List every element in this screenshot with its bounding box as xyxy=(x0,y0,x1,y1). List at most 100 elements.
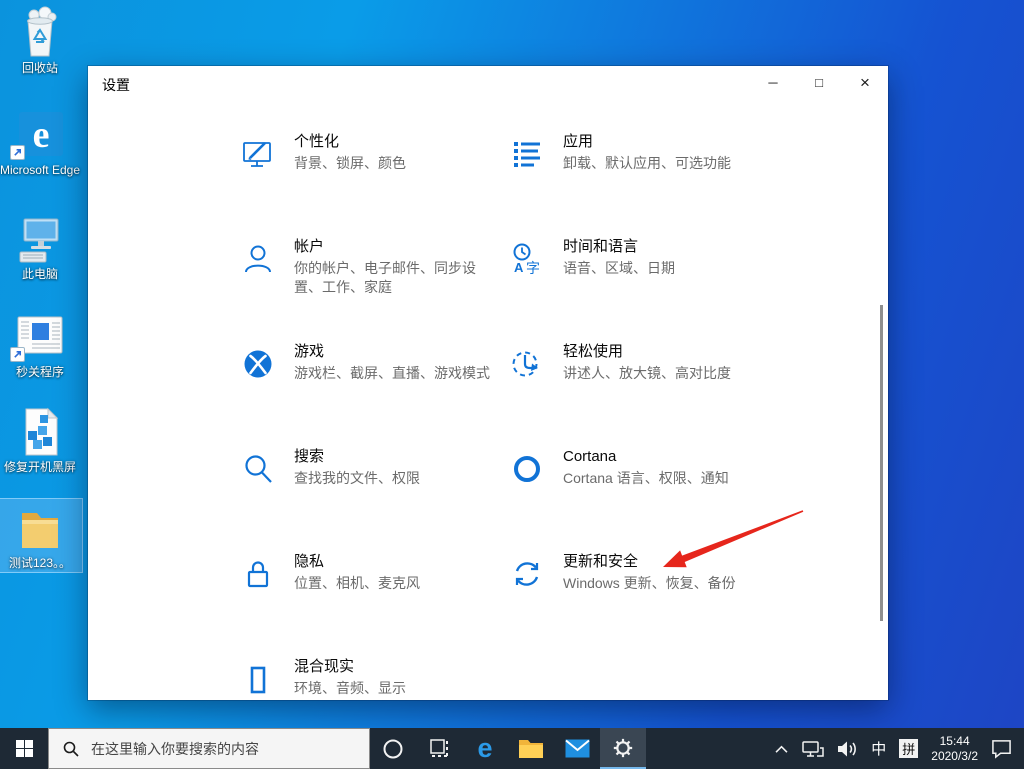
search-icon xyxy=(63,741,79,757)
personalization-icon xyxy=(236,132,280,176)
update-security-icon xyxy=(505,552,549,596)
desktop-icon-label: 修复开机黑屏 xyxy=(3,460,76,474)
network-icon[interactable] xyxy=(802,740,825,758)
gaming-icon xyxy=(236,342,280,386)
taskbar: e xyxy=(0,728,1024,769)
desktop-icon-registry-fix[interactable]: 修复开机黑屏 xyxy=(0,405,82,474)
category-subtitle: 语音、区域、日期 xyxy=(563,260,675,276)
edge-taskbar-button[interactable]: e xyxy=(462,728,508,769)
volume-icon[interactable] xyxy=(837,740,858,758)
category-title: 帐户 xyxy=(294,238,325,255)
category-subtitle: 游戏栏、截屏、直播、游戏模式 xyxy=(294,365,490,381)
cortana-button[interactable] xyxy=(370,728,416,769)
mail-icon xyxy=(564,739,590,758)
desktop-icon-label: 秒关程序 xyxy=(15,365,64,379)
settings-window: 设置 ─ □ × 个性化 背景、锁屏、颜色 应用 卸载、默认应用、可选功能 帐户… xyxy=(88,66,888,700)
settings-category-privacy[interactable]: 隐私 位置、相机、麦克风 xyxy=(236,552,420,596)
category-subtitle: 讲述人、放大镜、高对比度 xyxy=(563,365,731,381)
category-subtitle: Windows 更新、恢复、备份 xyxy=(563,575,736,591)
settings-category-apps[interactable]: 应用 卸载、默认应用、可选功能 xyxy=(505,132,731,176)
registry-file-icon xyxy=(0,405,82,457)
minimize-button[interactable]: ─ xyxy=(750,66,796,99)
apps-icon xyxy=(505,132,549,176)
clock-date: 2020/3/2 xyxy=(931,748,978,763)
settings-category-personalization[interactable]: 个性化 背景、锁屏、颜色 xyxy=(236,132,406,176)
category-subtitle: Cortana 语言、权限、通知 xyxy=(563,470,729,486)
time-language-icon: A 字 xyxy=(505,237,549,281)
ime-language-indicator[interactable]: 中 xyxy=(871,738,886,759)
category-title: 个性化 xyxy=(294,133,340,150)
category-subtitle: 位置、相机、麦克风 xyxy=(294,575,420,591)
svg-text:A: A xyxy=(514,260,524,275)
settings-category-ease-of-access[interactable]: 轻松使用 讲述人、放大镜、高对比度 xyxy=(505,342,731,386)
edge-icon: e xyxy=(477,733,493,763)
settings-taskbar-button[interactable] xyxy=(600,728,646,769)
close-button[interactable]: × xyxy=(842,66,888,99)
desktop-icon-label: Microsoft Edge xyxy=(0,163,81,177)
maximize-button[interactable]: □ xyxy=(796,66,842,99)
file-explorer-button[interactable] xyxy=(508,728,554,769)
recycle-bin-icon xyxy=(0,6,82,58)
window-scrollbar[interactable] xyxy=(880,305,883,621)
task-view-icon xyxy=(429,739,448,757)
privacy-icon xyxy=(236,552,280,596)
category-subtitle: 查找我的文件、权限 xyxy=(294,470,420,486)
desktop-icon-test-folder[interactable]: 测试123。。 xyxy=(0,498,83,573)
taskbar-search-box[interactable] xyxy=(48,728,370,769)
settings-category-update-security[interactable]: 更新和安全 Windows 更新、恢复、备份 xyxy=(505,552,736,596)
category-title: 更新和安全 xyxy=(563,553,639,570)
window-title: 设置 xyxy=(102,77,130,93)
settings-category-time-language[interactable]: A 字 时间和语言 语音、区域、日期 xyxy=(505,237,675,281)
mail-button[interactable] xyxy=(554,728,600,769)
search-category-icon xyxy=(236,447,280,491)
taskbar-clock[interactable]: 15:44 2020/3/2 xyxy=(931,734,978,764)
category-title: Cortana xyxy=(563,448,617,465)
folder-icon xyxy=(0,501,82,553)
svg-text:字: 字 xyxy=(526,260,540,276)
gear-icon xyxy=(613,738,633,757)
desktop-icon-this-pc[interactable]: 此电脑 xyxy=(0,212,82,281)
shortcut-arrow-icon xyxy=(10,347,25,362)
desktop-icon-label: 此电脑 xyxy=(21,267,58,281)
category-title: 应用 xyxy=(563,133,594,150)
desktop-icon-edge[interactable]: e Microsoft Edge xyxy=(0,108,82,177)
this-pc-icon xyxy=(0,212,82,264)
category-subtitle: 环境、音频、显示 xyxy=(294,680,406,696)
settings-category-search[interactable]: 搜索 查找我的文件、权限 xyxy=(236,447,420,491)
ime-mode-indicator[interactable]: 拼 xyxy=(899,739,919,758)
ease-of-access-icon xyxy=(505,342,549,386)
mixed-reality-icon xyxy=(236,657,280,701)
category-title: 游戏 xyxy=(294,343,325,360)
settings-category-cortana[interactable]: Cortana Cortana 语言、权限、通知 xyxy=(505,447,729,491)
action-center-icon[interactable] xyxy=(991,739,1012,759)
category-title: 时间和语言 xyxy=(563,238,639,255)
app-window-shortcut-icon xyxy=(0,310,82,362)
svg-text:e: e xyxy=(33,114,50,156)
category-title: 隐私 xyxy=(294,553,325,570)
windows-logo-icon xyxy=(15,740,33,757)
desktop-icon-label: 回收站 xyxy=(21,61,58,75)
cortana-icon xyxy=(505,447,549,491)
category-title: 轻松使用 xyxy=(563,343,624,360)
clock-time: 15:44 xyxy=(939,733,970,748)
file-explorer-icon xyxy=(519,739,543,758)
search-input[interactable] xyxy=(89,739,353,758)
category-subtitle: 背景、锁屏、颜色 xyxy=(294,155,406,171)
accounts-icon xyxy=(236,237,280,281)
start-button[interactable] xyxy=(0,728,48,769)
desktop-icon-miaoguan[interactable]: 秒关程序 xyxy=(0,310,82,379)
desktop-icon-recycle-bin[interactable]: 回收站 xyxy=(0,6,82,75)
desktop-icon-label: 测试123。。 xyxy=(8,556,72,570)
category-title: 混合现实 xyxy=(294,658,355,675)
window-controls: ─ □ × xyxy=(750,66,888,99)
settings-category-gaming[interactable]: 游戏 游戏栏、截屏、直播、游戏模式 xyxy=(236,342,490,386)
category-title: 搜索 xyxy=(294,448,325,465)
category-subtitle: 你的帐户、电子邮件、同步设置、工作、家庭 xyxy=(294,260,476,295)
settings-category-mixed-reality[interactable]: 混合现实 环境、音频、显示 xyxy=(236,657,406,701)
tray-chevron-up-icon[interactable] xyxy=(774,744,789,754)
system-tray: 中 拼 15:44 2020/3/2 xyxy=(774,728,1024,769)
settings-category-accounts[interactable]: 帐户 你的帐户、电子邮件、同步设置、工作、家庭 xyxy=(236,237,494,297)
task-view-button[interactable] xyxy=(416,728,462,769)
edge-icon: e xyxy=(0,108,82,160)
category-subtitle: 卸载、默认应用、可选功能 xyxy=(563,155,731,171)
